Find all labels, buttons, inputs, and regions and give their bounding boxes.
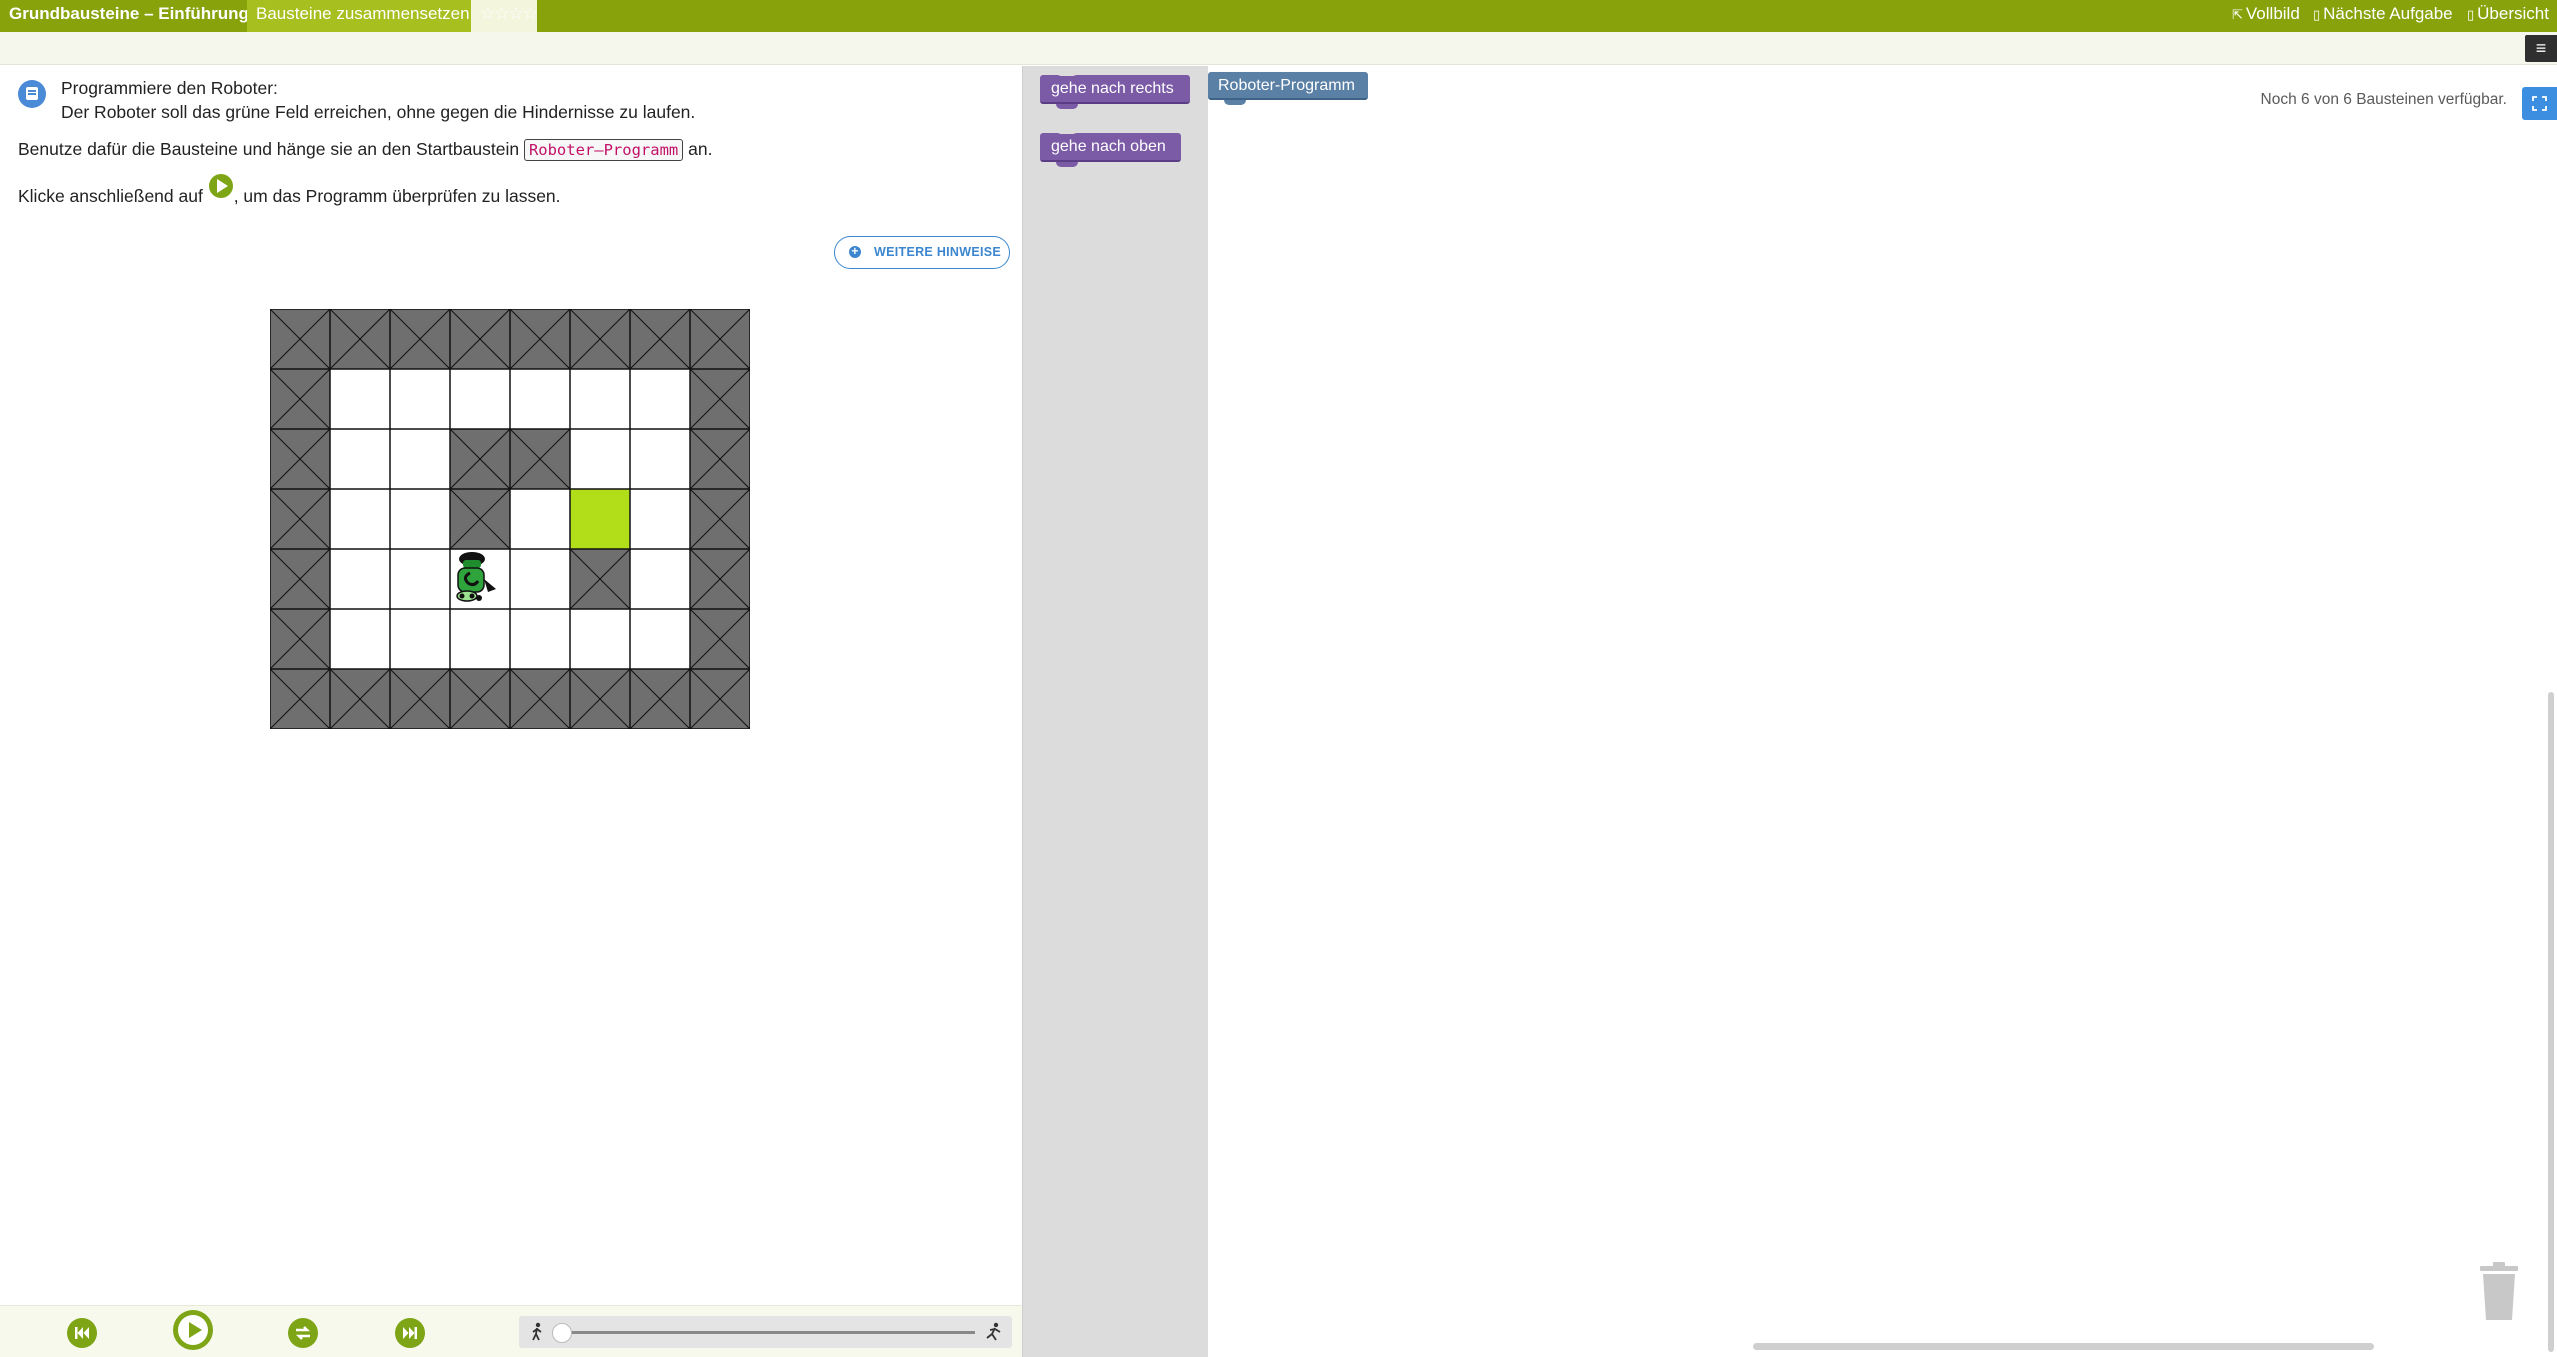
play-icon [208,174,233,198]
breadcrumb-task[interactable]: Bausteine zusammensetzen [247,0,479,32]
toolbox-block-move-right[interactable]: gehe nach rechts [1040,71,1190,109]
overview-link[interactable]: ▯ Übersicht [2467,0,2549,28]
cycle-arrows-icon [295,1326,311,1340]
start-block-code: Roboter–Programm [523,139,684,161]
task-goal-text: Der Roboter soll das grüne Feld erreiche… [61,102,696,122]
speed-knob[interactable] [552,1323,572,1343]
step-button[interactable] [288,1318,318,1348]
robot-grid [270,309,750,729]
block-workspace[interactable] [1208,66,2557,1357]
next-task-link[interactable]: ▯ Nächste Aufgabe [2313,0,2453,28]
page-icon: ▯ [2467,7,2475,22]
control-bar [0,1305,1022,1357]
instruction-text-after: an. [683,139,713,159]
rewind-icon [75,1327,89,1339]
speed-slider[interactable] [519,1316,1012,1348]
play-icon [178,1315,208,1345]
grid-lines [270,309,750,729]
run-text-after: , um das Programm überprüfen zu lassen. [233,186,561,206]
fullscreen-label: Vollbild [2245,4,2300,23]
remaining-blocks-text: Noch 6 von 6 Bausteinen verfügbar. [2260,91,2507,108]
speed-track [556,1331,975,1334]
more-hints-button[interactable]: WEITERE HINWEISE [834,236,1010,269]
instruction-text-before: Benutze dafür die Bausteine und hänge si… [18,139,524,159]
task-instruction-text: Benutze dafür die Bausteine und hänge si… [18,139,713,161]
start-block-robot-program[interactable]: Roboter-Programm [1208,72,1368,105]
reset-button[interactable] [67,1318,97,1348]
block-toolbox [1022,66,1208,1357]
plus-circle-icon [849,236,861,266]
collapse-arrow-icon: ⇱ [2232,7,2243,22]
trash-icon[interactable] [2476,1262,2522,1322]
next-task-label: Nächste Aufgabe [2323,4,2453,23]
running-person-icon [986,1322,1001,1341]
walking-person-icon [532,1322,542,1341]
hamburger-icon: ≡ [2535,38,2547,58]
skip-to-end-button[interactable] [395,1318,425,1348]
more-hints-label: WEITERE HINWEISE [874,245,1002,259]
task-rating-stars: ☆☆☆☆ [471,0,538,32]
page-icon: ▯ [2313,7,2321,22]
fullscreen-link[interactable]: ⇱ Vollbild [2232,0,2300,28]
run-text-before: Klicke anschließend auf [18,186,208,206]
workspace-horizontal-scrollbar[interactable] [1753,1343,2374,1350]
run-button[interactable] [173,1310,213,1350]
toolbox-block-move-up[interactable]: gehe nach oben [1040,129,1181,167]
book-icon [18,80,46,108]
hamburger-menu-button[interactable]: ≡ [2525,35,2557,62]
breadcrumb-course[interactable]: Grundbausteine – Einführung [0,0,258,32]
sub-bar [0,32,2557,65]
workspace-fullscreen-button[interactable] [2522,87,2557,120]
overview-label: Übersicht [2477,4,2549,23]
task-run-text: Klicke anschließend auf , um das Program… [18,174,561,207]
workspace-vertical-scrollbar[interactable] [2548,692,2554,1352]
robot-icon [456,552,496,602]
task-pane: Programmiere den Roboter: Der Roboter so… [0,66,1022,1357]
top-bar: Grundbausteine – Einführung Bausteine zu… [0,0,2557,32]
expand-icon [2532,96,2547,111]
fast-forward-icon [403,1327,417,1339]
task-heading: Programmiere den Roboter: [61,78,278,98]
